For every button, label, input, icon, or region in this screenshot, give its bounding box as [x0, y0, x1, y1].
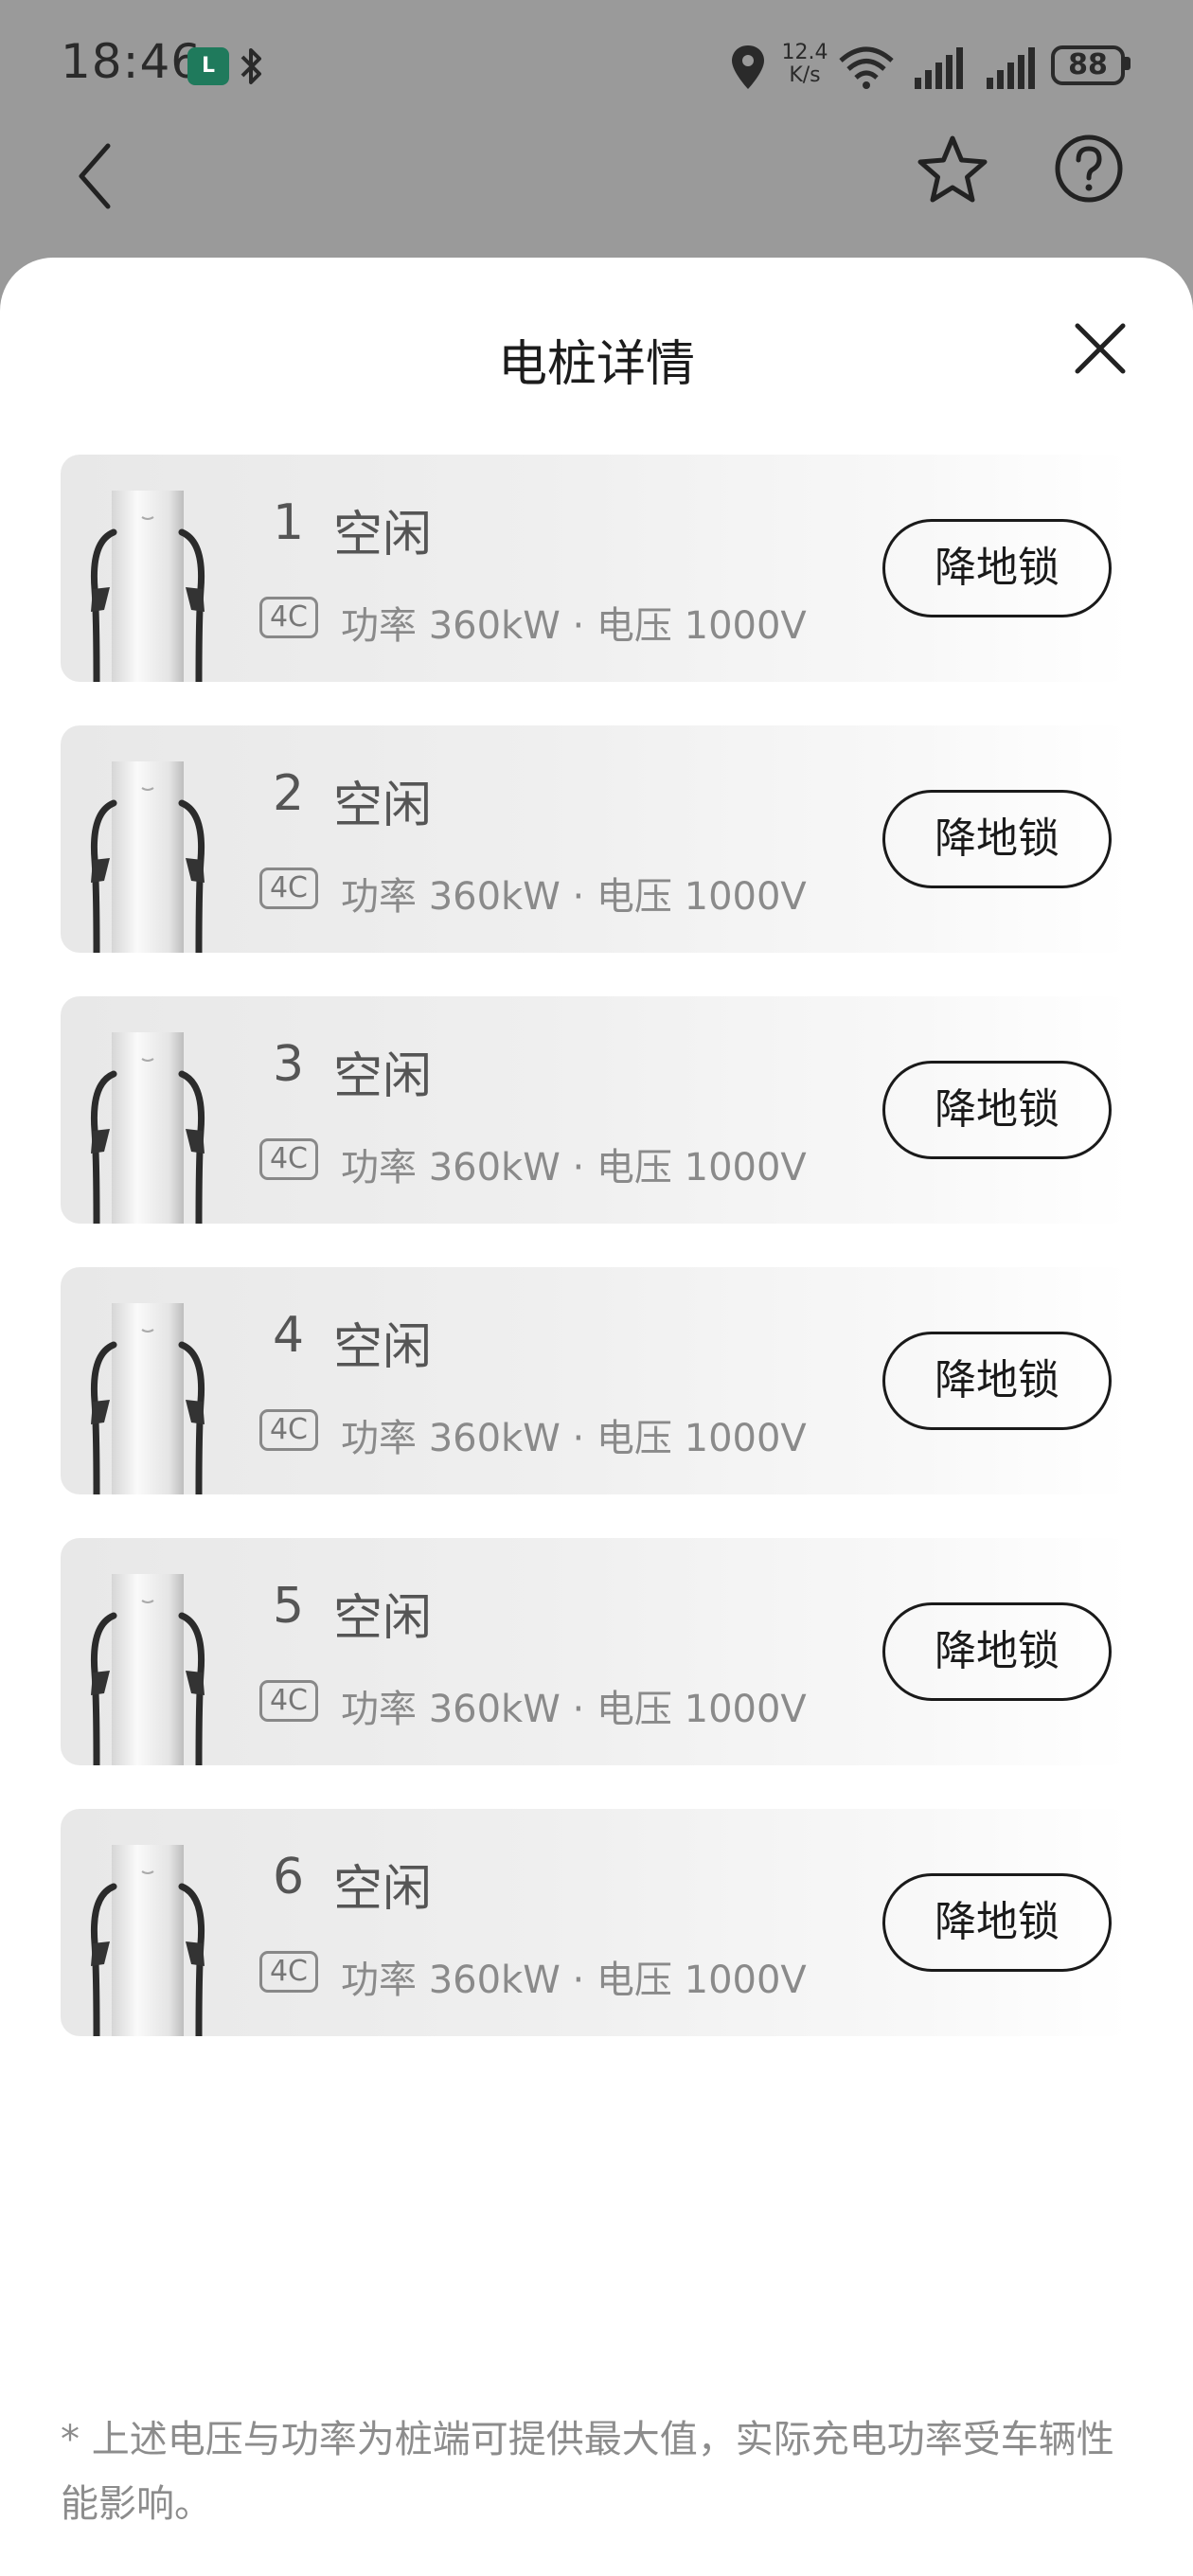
charge-rate-tag: 4C: [259, 1951, 318, 1993]
lower-lock-button[interactable]: 降地锁: [882, 1873, 1112, 1972]
charger-number: 2: [273, 765, 305, 822]
charger-spec: 功率 360kW · 电压 1000V: [341, 1146, 807, 1190]
location-icon: [732, 45, 764, 89]
star-icon[interactable]: [915, 133, 990, 208]
charger-card: 1 空闲 4C 功率 360kW · 电压 1000V 降地锁: [61, 455, 1131, 682]
network-speed-unit: K/s: [789, 63, 821, 87]
charger-status: 空闲: [333, 1590, 433, 1647]
charger-status: 空闲: [333, 1861, 433, 1918]
charger-image: [90, 1845, 205, 2036]
lower-lock-button[interactable]: 降地锁: [882, 790, 1112, 888]
charge-rate-tag: 4C: [259, 597, 318, 638]
charge-rate-tag: 4C: [259, 1138, 318, 1180]
charger-details-sheet: 电桩详情 1 空闲 4C 功率 360kW · 电压 1000V 降地锁 2 空…: [0, 258, 1193, 2576]
charger-card: 3 空闲 4C 功率 360kW · 电压 1000V 降地锁: [61, 996, 1131, 1224]
charger-card: 2 空闲 4C 功率 360kW · 电压 1000V 降地锁: [61, 725, 1131, 953]
status-time: 18:46: [61, 34, 203, 89]
charger-image: [90, 491, 205, 682]
lower-lock-button[interactable]: 降地锁: [882, 1061, 1112, 1159]
sheet-title: 电桩详情: [497, 336, 695, 393]
charger-number: 3: [273, 1036, 305, 1093]
charger-number: 5: [273, 1578, 305, 1635]
charger-image: [90, 761, 205, 953]
charger-card: 6 空闲 4C 功率 360kW · 电压 1000V 降地锁: [61, 1809, 1131, 2036]
charger-status: 空闲: [333, 1048, 433, 1105]
charger-number: 4: [273, 1307, 305, 1364]
bluetooth-icon: [240, 48, 261, 84]
charger-spec: 功率 360kW · 电压 1000V: [341, 875, 807, 919]
battery-icon: 88: [1051, 45, 1125, 85]
charger-status: 空闲: [333, 507, 433, 564]
charger-image: [90, 1574, 205, 1765]
charger-status: 空闲: [333, 778, 433, 834]
footnote: * 上述电压与功率为桩端可提供最大值，实际充电功率受车辆性能影响。: [61, 2418, 1114, 2526]
charger-spec: 功率 360kW · 电压 1000V: [341, 1959, 807, 2002]
charger-spec: 功率 360kW · 电压 1000V: [341, 1688, 807, 1731]
top-nav: [0, 133, 1193, 256]
app-notification-icon: L: [187, 47, 229, 85]
lower-lock-button[interactable]: 降地锁: [882, 1332, 1112, 1430]
charger-spec: 功率 360kW · 电压 1000V: [341, 604, 807, 648]
charger-card: 5 空闲 4C 功率 360kW · 电压 1000V 降地锁: [61, 1538, 1131, 1765]
charger-number: 6: [273, 1849, 305, 1905]
charger-status: 空闲: [333, 1319, 433, 1376]
battery-tip: [1125, 57, 1131, 70]
charger-image: [90, 1032, 205, 1224]
charger-card: 4 空闲 4C 功率 360kW · 电压 1000V 降地锁: [61, 1267, 1131, 1494]
charge-rate-tag: 4C: [259, 868, 318, 909]
back-arrow-icon[interactable]: [74, 140, 116, 216]
lower-lock-button[interactable]: 降地锁: [882, 1602, 1112, 1701]
charger-number: 1: [273, 494, 305, 551]
close-icon[interactable]: [1072, 320, 1129, 377]
wifi-icon: [839, 46, 894, 89]
charge-rate-tag: 4C: [259, 1409, 318, 1451]
status-bar: 18:46 L 12.4 K/s 88: [0, 0, 1193, 133]
help-icon[interactable]: [1053, 133, 1125, 205]
charger-list: 1 空闲 4C 功率 360kW · 电压 1000V 降地锁 2 空闲 4C …: [61, 455, 1131, 2080]
charger-spec: 功率 360kW · 电压 1000V: [341, 1417, 807, 1460]
charger-image: [90, 1303, 205, 1494]
network-speed-value: 12.4: [781, 41, 828, 64]
charge-rate-tag: 4C: [259, 1680, 318, 1722]
network-speed: 12.4 K/s: [776, 42, 833, 87]
signal-icon: [987, 47, 1035, 89]
signal-icon: [915, 47, 963, 89]
lower-lock-button[interactable]: 降地锁: [882, 519, 1112, 617]
